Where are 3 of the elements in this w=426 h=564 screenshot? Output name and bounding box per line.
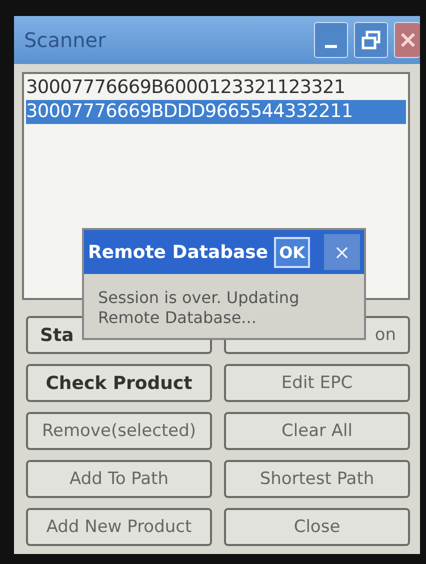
dialog-message: Session is over. Updating Remote Database...: [97, 287, 300, 328]
window-title: Scanner: [24, 28, 106, 52]
dialog-title: Remote Database: [88, 242, 268, 262]
